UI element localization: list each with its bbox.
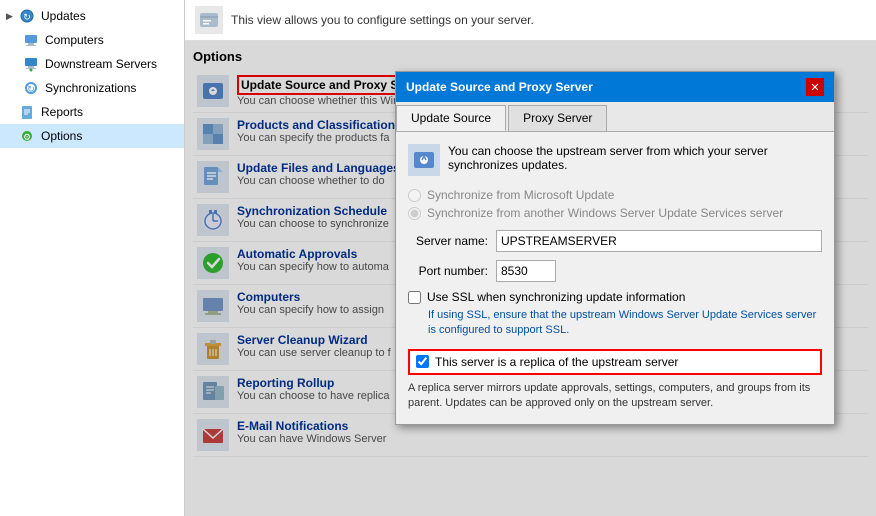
svg-text:↻: ↻ (23, 12, 31, 22)
replica-label: This server is a replica of the upstream… (435, 355, 678, 369)
sidebar-item-sync[interactable]: ↻ Synchronizations (0, 76, 184, 100)
updates-label: Updates (41, 9, 86, 23)
sidebar-item-options[interactable]: ⚙ Options (0, 124, 184, 148)
server-name-row: Server name: (408, 230, 822, 252)
ssl-checkbox[interactable] (408, 291, 421, 304)
modal-description: You can choose the upstream server from … (408, 144, 822, 176)
modal-close-button[interactable]: ✕ (806, 78, 824, 96)
modal-desc-text: You can choose the upstream server from … (448, 144, 822, 172)
options-icon: ⚙ (18, 127, 36, 145)
sidebar-item-reports[interactable]: Reports (0, 100, 184, 124)
tab-proxy-server[interactable]: Proxy Server (508, 105, 607, 131)
radio-microsoft-label: Synchronize from Microsoft Update (427, 188, 614, 202)
sidebar-item-updates[interactable]: ▶ ↻ Updates (0, 4, 184, 28)
ssl-checkbox-row: Use SSL when synchronizing update inform… (408, 290, 822, 304)
ssl-note: If using SSL, ensure that the upstream W… (428, 308, 822, 339)
tab-update-source[interactable]: Update Source (396, 105, 506, 131)
computers-icon (22, 31, 40, 49)
reports-icon (18, 103, 36, 121)
downstream-label: Downstream Servers (45, 57, 157, 71)
radio-other: Synchronize from another Windows Server … (408, 206, 822, 220)
svg-text:⚙: ⚙ (23, 132, 31, 142)
modal-title-bar: Update Source and Proxy Server ✕ (396, 72, 834, 102)
radio-group: Synchronize from Microsoft Update Synchr… (408, 188, 822, 220)
ssl-label: Use SSL when synchronizing update inform… (427, 290, 685, 304)
radio-microsoft-input[interactable] (408, 189, 421, 202)
radio-other-label: Synchronize from another Windows Server … (427, 206, 783, 220)
expand-arrow: ▶ (6, 11, 16, 22)
modal-desc-icon (408, 144, 440, 176)
modal-body: You can choose the upstream server from … (396, 132, 834, 424)
sidebar: ▶ ↻ Updates Computers Downstream Servers… (0, 0, 185, 516)
options-label: Options (41, 129, 82, 143)
radio-other-input[interactable] (408, 207, 421, 220)
modal-dialog: Update Source and Proxy Server ✕ Update … (395, 71, 835, 425)
server-name-input[interactable] (496, 230, 822, 252)
sync-icon: ↻ (22, 79, 40, 97)
replica-note: A replica server mirrors update approval… (408, 381, 822, 412)
sync-label: Synchronizations (45, 81, 136, 95)
info-icon (195, 6, 223, 34)
downstream-icon (22, 55, 40, 73)
content-area: Options Update Source and Proxy Server Y… (185, 41, 876, 516)
radio-microsoft: Synchronize from Microsoft Update (408, 188, 822, 202)
modal-tabs: Update Source Proxy Server (396, 102, 834, 132)
sidebar-item-computers[interactable]: Computers (0, 28, 184, 52)
svg-text:↻: ↻ (27, 84, 35, 94)
reports-label: Reports (41, 105, 83, 119)
modal-title: Update Source and Proxy Server (406, 80, 593, 94)
port-label: Port number: (408, 264, 488, 278)
modal-overlay: Update Source and Proxy Server ✕ Update … (185, 41, 876, 516)
replica-checkbox[interactable] (416, 355, 429, 368)
sidebar-item-downstream[interactable]: Downstream Servers (0, 52, 184, 76)
computers-label: Computers (45, 33, 104, 47)
port-number-row: Port number: (408, 260, 822, 282)
replica-checkbox-row: This server is a replica of the upstream… (408, 349, 822, 375)
info-text: This view allows you to configure settin… (231, 13, 534, 27)
updates-icon: ↻ (18, 7, 36, 25)
port-input[interactable] (496, 260, 556, 282)
server-name-label: Server name: (408, 234, 488, 248)
main-content: This view allows you to configure settin… (185, 0, 876, 516)
info-bar: This view allows you to configure settin… (185, 0, 876, 41)
